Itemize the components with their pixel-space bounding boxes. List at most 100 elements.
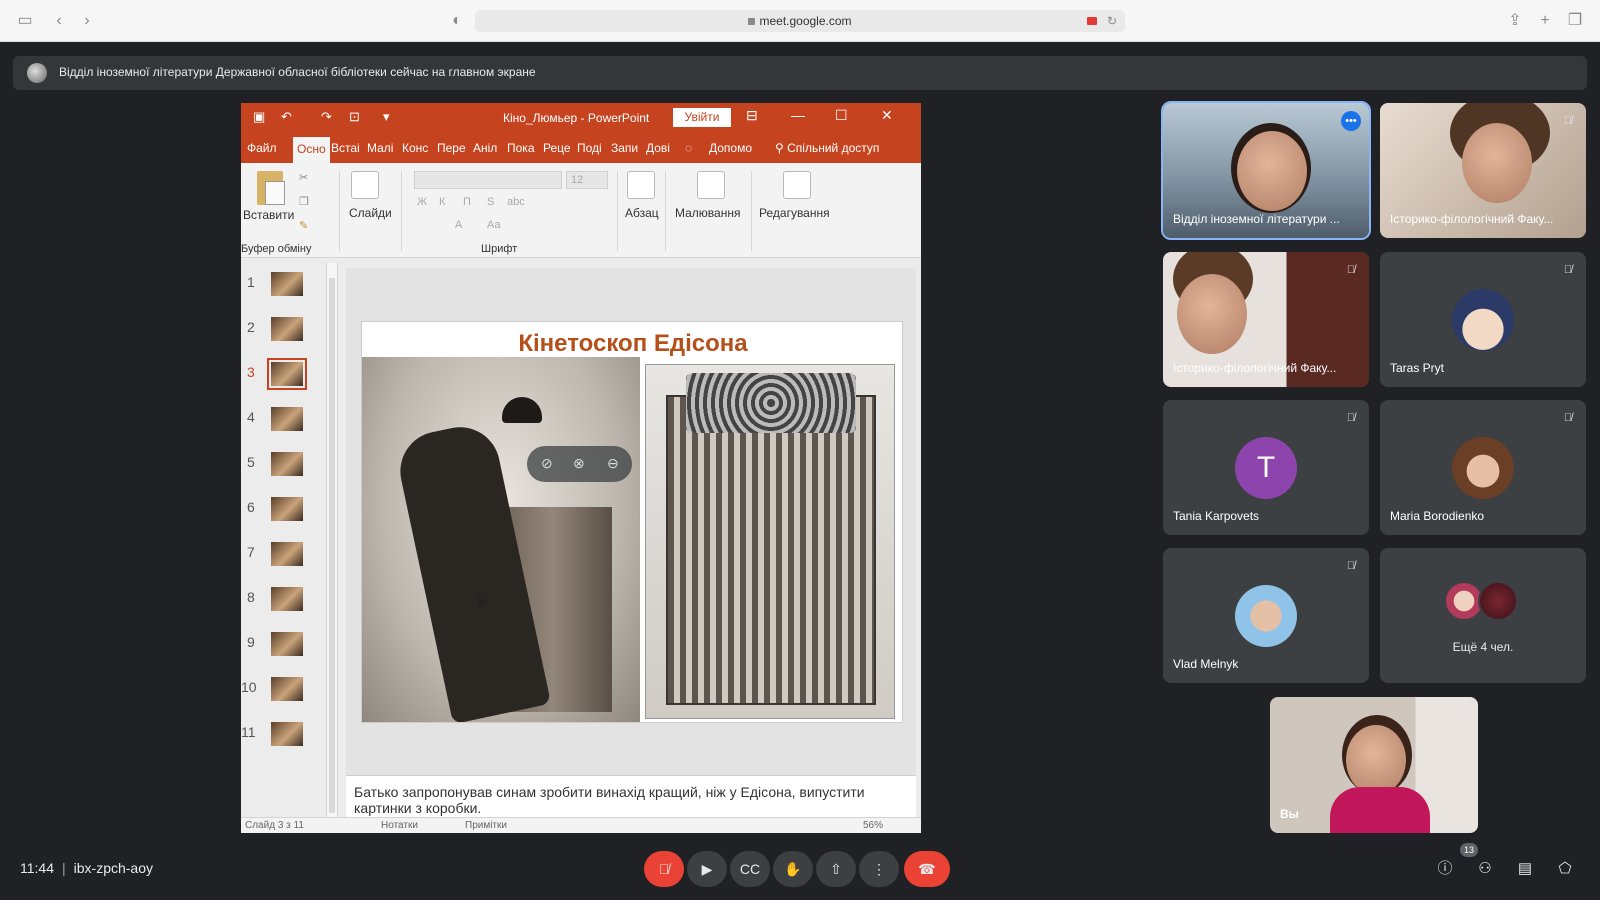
participant-tile[interactable]: ••• Відділ іноземної літератури ... — [1161, 101, 1371, 240]
paragraph-icon[interactable] — [627, 171, 655, 199]
change-case-button[interactable]: Aa — [487, 219, 500, 231]
participant-tile[interactable]: 🎙̸ Історико-філологічний Факу... — [1163, 252, 1369, 387]
tab-home[interactable]: Осно — [293, 137, 330, 163]
italic-button[interactable]: К — [439, 196, 445, 208]
tab-design[interactable]: Конс — [402, 141, 428, 155]
paragraph-button[interactable]: Абзац — [625, 206, 659, 220]
search-icon[interactable] — [783, 171, 811, 199]
undo-icon[interactable]: ↶ — [281, 109, 292, 125]
bold-button[interactable]: Ж — [417, 196, 427, 208]
participant-tile[interactable]: T 🎙̸ Tania Karpovets — [1163, 400, 1369, 535]
present-button[interactable]: ⇧ — [816, 851, 856, 887]
more-options-button[interactable]: ⋮ — [859, 851, 899, 887]
notes-button[interactable]: Нотатки — [381, 820, 418, 831]
forward-icon[interactable]: › — [76, 10, 98, 32]
font-group-label: Шрифт — [481, 243, 518, 255]
tab-animations[interactable]: Аніл — [473, 141, 497, 155]
font-color-button[interactable]: A — [455, 219, 462, 231]
tab-insert[interactable]: Встаі — [331, 141, 360, 155]
back-icon[interactable]: ‹ — [48, 10, 70, 32]
info-icon[interactable]: ⓘ — [1434, 858, 1456, 880]
slides-button[interactable]: Слайди — [349, 206, 392, 220]
sidebar-icon[interactable]: ▭ — [14, 10, 36, 32]
tab-file[interactable]: Файл — [247, 141, 277, 155]
speaker-notes[interactable]: Батько запропонував синам зробити винахі… — [346, 775, 916, 817]
camera-icon[interactable] — [1087, 17, 1097, 25]
tabs-icon[interactable]: ❐ — [1564, 10, 1586, 32]
present-icon[interactable]: ⊡ — [349, 109, 360, 125]
captions-button[interactable]: CC — [730, 851, 770, 887]
cut-icon[interactable]: ✂ — [299, 171, 308, 184]
ribbon-display-icon[interactable]: ⊟ — [746, 107, 758, 124]
sign-in-button[interactable]: Увійти — [673, 108, 731, 127]
shirt-shape — [1330, 787, 1430, 833]
slide-thumbnail — [271, 722, 303, 746]
paste-icon[interactable] — [257, 171, 285, 205]
activities-icon[interactable]: ⬠ — [1554, 858, 1576, 880]
slides-icon[interactable] — [351, 171, 379, 199]
close-icon[interactable]: ✕ — [881, 107, 893, 124]
tab-review[interactable]: Реце — [543, 141, 571, 155]
raise-hand-button[interactable]: ✋ — [773, 851, 813, 887]
chat-icon[interactable]: ▤ — [1514, 858, 1536, 880]
strike-button[interactable]: S — [487, 196, 494, 208]
text-shadow-button[interactable]: abc — [507, 196, 525, 208]
reload-icon[interactable]: ↻ — [1107, 10, 1117, 32]
underline-button[interactable]: П — [463, 196, 471, 208]
slide-number: 8 — [247, 589, 255, 605]
tell-me-search[interactable]: Допомо — [709, 141, 752, 155]
share-button-label: Спільний доступ — [787, 141, 880, 155]
participant-name: Історико-філологічний Факу... — [1390, 212, 1554, 226]
mic-off-icon: 🎙̸ — [1346, 264, 1356, 276]
editing-button[interactable]: Редагування — [759, 206, 830, 220]
slide-number: 3 — [247, 364, 255, 380]
minimize-icon[interactable]: — — [791, 107, 805, 123]
tab-help[interactable]: Дові — [646, 141, 670, 155]
people-icon[interactable]: ⚇ — [1474, 858, 1496, 880]
copy-icon[interactable]: ❐ — [299, 195, 309, 208]
tab-view[interactable]: Поді — [577, 141, 602, 155]
leave-call-button[interactable]: ☎ — [904, 851, 950, 887]
mic-toggle-button[interactable]: 🎙̸ — [644, 851, 684, 887]
current-slide[interactable]: Кінетоскоп Едісона ⊘ ⊗ ⊖ ➤ — [361, 321, 903, 723]
participant-tile[interactable]: 🎙̸ Історико-філологічний Факу... — [1380, 103, 1586, 238]
comments-button[interactable]: Примітки — [465, 820, 507, 831]
ppt-status-bar: Слайд 3 з 11 Нотатки Примітки 56% — [241, 817, 921, 833]
remove-icon[interactable]: ⊖ — [607, 455, 619, 472]
paste-button[interactable]: Вставити — [243, 208, 294, 222]
redo-icon[interactable]: ↷ — [321, 109, 332, 125]
meeting-info: 11:44 | ibx-zpch-aoy — [20, 860, 153, 876]
shield-icon[interactable]: ◐ — [446, 10, 468, 32]
participant-tile[interactable]: 🎙̸ Vlad Melnyk — [1163, 548, 1369, 683]
camera-toggle-button[interactable]: ▶ — [687, 851, 727, 887]
mic-off-icon: 🎙̸ — [1346, 560, 1356, 572]
tab-draw[interactable]: Малі — [367, 141, 393, 155]
share-icon[interactable]: ⇪ — [1504, 10, 1526, 32]
mute-speaker-icon[interactable]: ⊗ — [573, 455, 585, 472]
drawing-button[interactable]: Малювання — [675, 206, 740, 220]
font-size-select[interactable]: 12 — [566, 171, 608, 189]
participant-tile[interactable]: 🎙̸ Taras Pryt — [1380, 252, 1586, 387]
avatar — [1452, 437, 1514, 499]
lightbulb-icon[interactable]: ◌ — [685, 141, 692, 155]
share-button[interactable]: ⚲ Спільний доступ — [775, 141, 879, 155]
customize-icon[interactable]: ▾ — [383, 109, 390, 125]
save-icon[interactable]: ▣ — [253, 109, 265, 125]
tab-record[interactable]: Запи — [611, 141, 638, 155]
zoom-level[interactable]: 56% — [863, 820, 883, 831]
participant-tile[interactable]: 🎙̸ Maria Borodienko — [1380, 400, 1586, 535]
self-view-tile[interactable]: 🎙̸ Вы — [1270, 697, 1478, 833]
address-bar[interactable]: meet.google.com ↻ — [475, 10, 1125, 32]
slide-number: 9 — [247, 634, 255, 650]
font-name-select[interactable] — [414, 171, 562, 189]
tab-slideshow[interactable]: Пока — [507, 141, 535, 155]
maximize-icon[interactable]: ☐ — [835, 107, 848, 124]
divider: | — [62, 860, 66, 876]
new-tab-icon[interactable]: + — [1534, 10, 1556, 32]
tab-transitions[interactable]: Пере — [437, 141, 466, 155]
more-participants-tile[interactable]: Ещё 4 чел. — [1380, 548, 1586, 683]
drawing-icon[interactable] — [697, 171, 725, 199]
scrollbar-thumb[interactable] — [329, 278, 335, 813]
pin-icon[interactable]: ⊘ — [541, 455, 553, 472]
format-painter-icon[interactable]: ✎ — [299, 219, 308, 232]
